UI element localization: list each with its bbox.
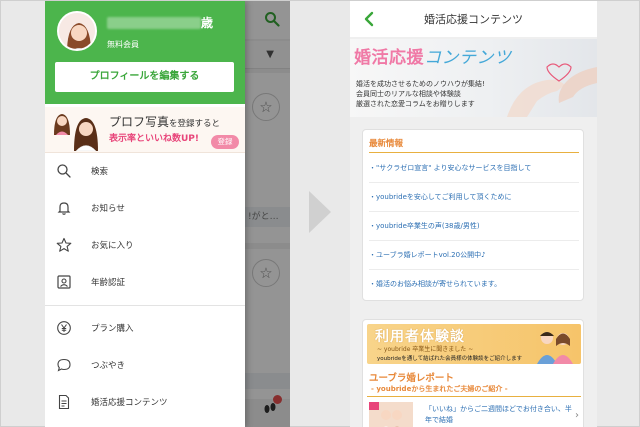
screenshot-frame: ▼ ☆ ☆ !がと… 歳 無料会員 プロフィールを編集する プロフ写真を登録する… <box>0 0 640 427</box>
drawer-profile-header: 歳 無料会員 プロフィールを編集する <box>45 1 245 104</box>
news-card: 最新情報 ・"サクラゼロ宣言" より安心なサービスを目指して ・youbride… <box>362 129 584 301</box>
experience-card: 利用者体験談 ~ youbride 卒業生に聞きました ~ youbrideを通… <box>362 319 584 427</box>
content-hero-banner: 婚活応援コンテンツ 婚活を成功させるためのノウハウが集結! 会員同士のリアルな相… <box>350 39 597 117</box>
menu-item-label: 検索 <box>91 167 109 177</box>
report-subtitle: - youbrideから生まれたご夫婦のご紹介 - <box>371 385 508 393</box>
promo-text-line2: 表示率といいね数UP! <box>109 134 200 144</box>
news-heading: 最新情報 <box>369 139 404 149</box>
report-title: ユーブラ婚レポート <box>369 373 454 384</box>
menu-item-favorites[interactable]: お気に入り <box>45 227 245 264</box>
document-icon <box>58 394 70 410</box>
hero-text-line: 婚活を成功させるためのノウハウが集結! <box>356 80 485 88</box>
promo-text-end: と <box>211 119 221 129</box>
bell-icon <box>57 202 71 215</box>
chevron-right-icon <box>309 191 331 233</box>
news-item[interactable]: ・婚活のお悩み相談が寄せられています。 <box>369 270 579 299</box>
menu-item-notifications[interactable]: お知らせ <box>45 190 245 227</box>
menu-divider <box>45 305 245 306</box>
promo-text-strong: プロフ写真 <box>109 115 170 129</box>
left-phone-screen: ▼ ☆ ☆ !がと… 歳 無料会員 プロフィールを編集する プロフ写真を登録する… <box>45 1 290 427</box>
hero-text-line: 会員同士のリアルな相談や体験談 <box>356 90 461 98</box>
experience-banner[interactable]: 利用者体験談 ~ youbride 卒業生に聞きました ~ youbrideを通… <box>367 324 581 364</box>
woman-photo <box>74 118 98 151</box>
news-item[interactable]: ・"サクラゼロ宣言" より安心なサービスを目指して <box>369 154 579 183</box>
menu-item-label: つぶやき <box>91 361 126 371</box>
search-icon <box>57 164 71 178</box>
chevron-right-icon[interactable]: › <box>575 410 579 421</box>
promo-text-small: を登録する <box>169 119 212 129</box>
avatar[interactable] <box>57 11 97 51</box>
experience-subtitle: ~ youbride 卒業生に聞きました ~ <box>377 346 474 353</box>
menu-item-label: 年齢認証 <box>91 278 126 288</box>
drawer-menu: 検索 お知らせ お気に入り 年齢認証 プラン購入 つぶやき 婚活応援コンテンツ <box>45 153 245 421</box>
hero-title-pink: 婚活応援 <box>354 48 424 68</box>
menu-item-label: 婚活応援コンテンツ <box>91 398 168 408</box>
yen-icon <box>57 321 71 335</box>
menu-item-plan-purchase[interactable]: プラン購入 <box>45 310 245 347</box>
user-name-redacted <box>107 17 201 29</box>
menu-item-search[interactable]: 検索 <box>45 153 245 190</box>
menu-item-tweets[interactable]: つぶやき <box>45 347 245 384</box>
member-type-label: 無料会員 <box>107 40 139 49</box>
news-item[interactable]: ・youbrideを安心してご利用して頂くために <box>369 183 579 212</box>
promo-text-line1: プロフ写真を登録すると <box>109 113 220 130</box>
woman-illustration <box>54 114 70 135</box>
couple-illustration <box>537 332 573 364</box>
page-title: 婚活応援コンテンツ <box>424 13 523 26</box>
news-divider <box>369 152 579 153</box>
report-divider <box>367 396 581 397</box>
menu-item-label: プラン購入 <box>91 324 134 334</box>
menu-item-label: お気に入り <box>91 241 134 251</box>
menu-item-label: お知らせ <box>91 204 125 214</box>
right-phone-screen: 婚活応援コンテンツ 婚活応援コンテンツ 婚活を成功させるためのノウハウが集結! … <box>350 1 597 427</box>
photo-promo-banner[interactable]: プロフ写真を登録すると 表示率といいね数UP! 登録 <box>45 107 245 153</box>
menu-item-content[interactable]: 婚活応援コンテンツ <box>45 384 245 421</box>
navigation-drawer: 歳 無料会員 プロフィールを編集する プロフ写真を登録すると 表示率といいね数U… <box>45 1 245 427</box>
register-photo-button[interactable]: 登録 <box>211 135 239 149</box>
page-header: 婚活応援コンテンツ <box>350 1 597 37</box>
experience-title: 利用者体験談 <box>375 329 465 345</box>
hero-title-blue: コンテンツ <box>424 48 512 68</box>
experience-description: youbrideを通して結ばれた会員様の体験談をご紹介します <box>377 356 523 362</box>
star-icon <box>56 237 72 252</box>
edit-profile-button[interactable]: プロフィールを編集する <box>55 62 234 92</box>
hero-text-line: 厳選された恋愛コラムをお贈りします <box>356 100 475 108</box>
user-age-suffix: 歳 <box>201 16 214 30</box>
hero-title: 婚活応援コンテンツ <box>354 43 512 68</box>
news-item[interactable]: ・ユーブラ婚レポートvol.20公開中♪ <box>369 241 579 270</box>
menu-item-age-verification[interactable]: 年齢認証 <box>45 264 245 301</box>
report-link-text[interactable]: 「いいね」からご二週間ほどでお付き合い、半年で結婚 <box>425 404 573 426</box>
id-card-icon <box>57 275 71 289</box>
news-item[interactable]: ・youbride卒業生の声(38歳/男性) <box>369 212 579 241</box>
speech-bubble-icon <box>57 358 71 372</box>
couple-photo-thumbnail[interactable] <box>369 402 413 427</box>
